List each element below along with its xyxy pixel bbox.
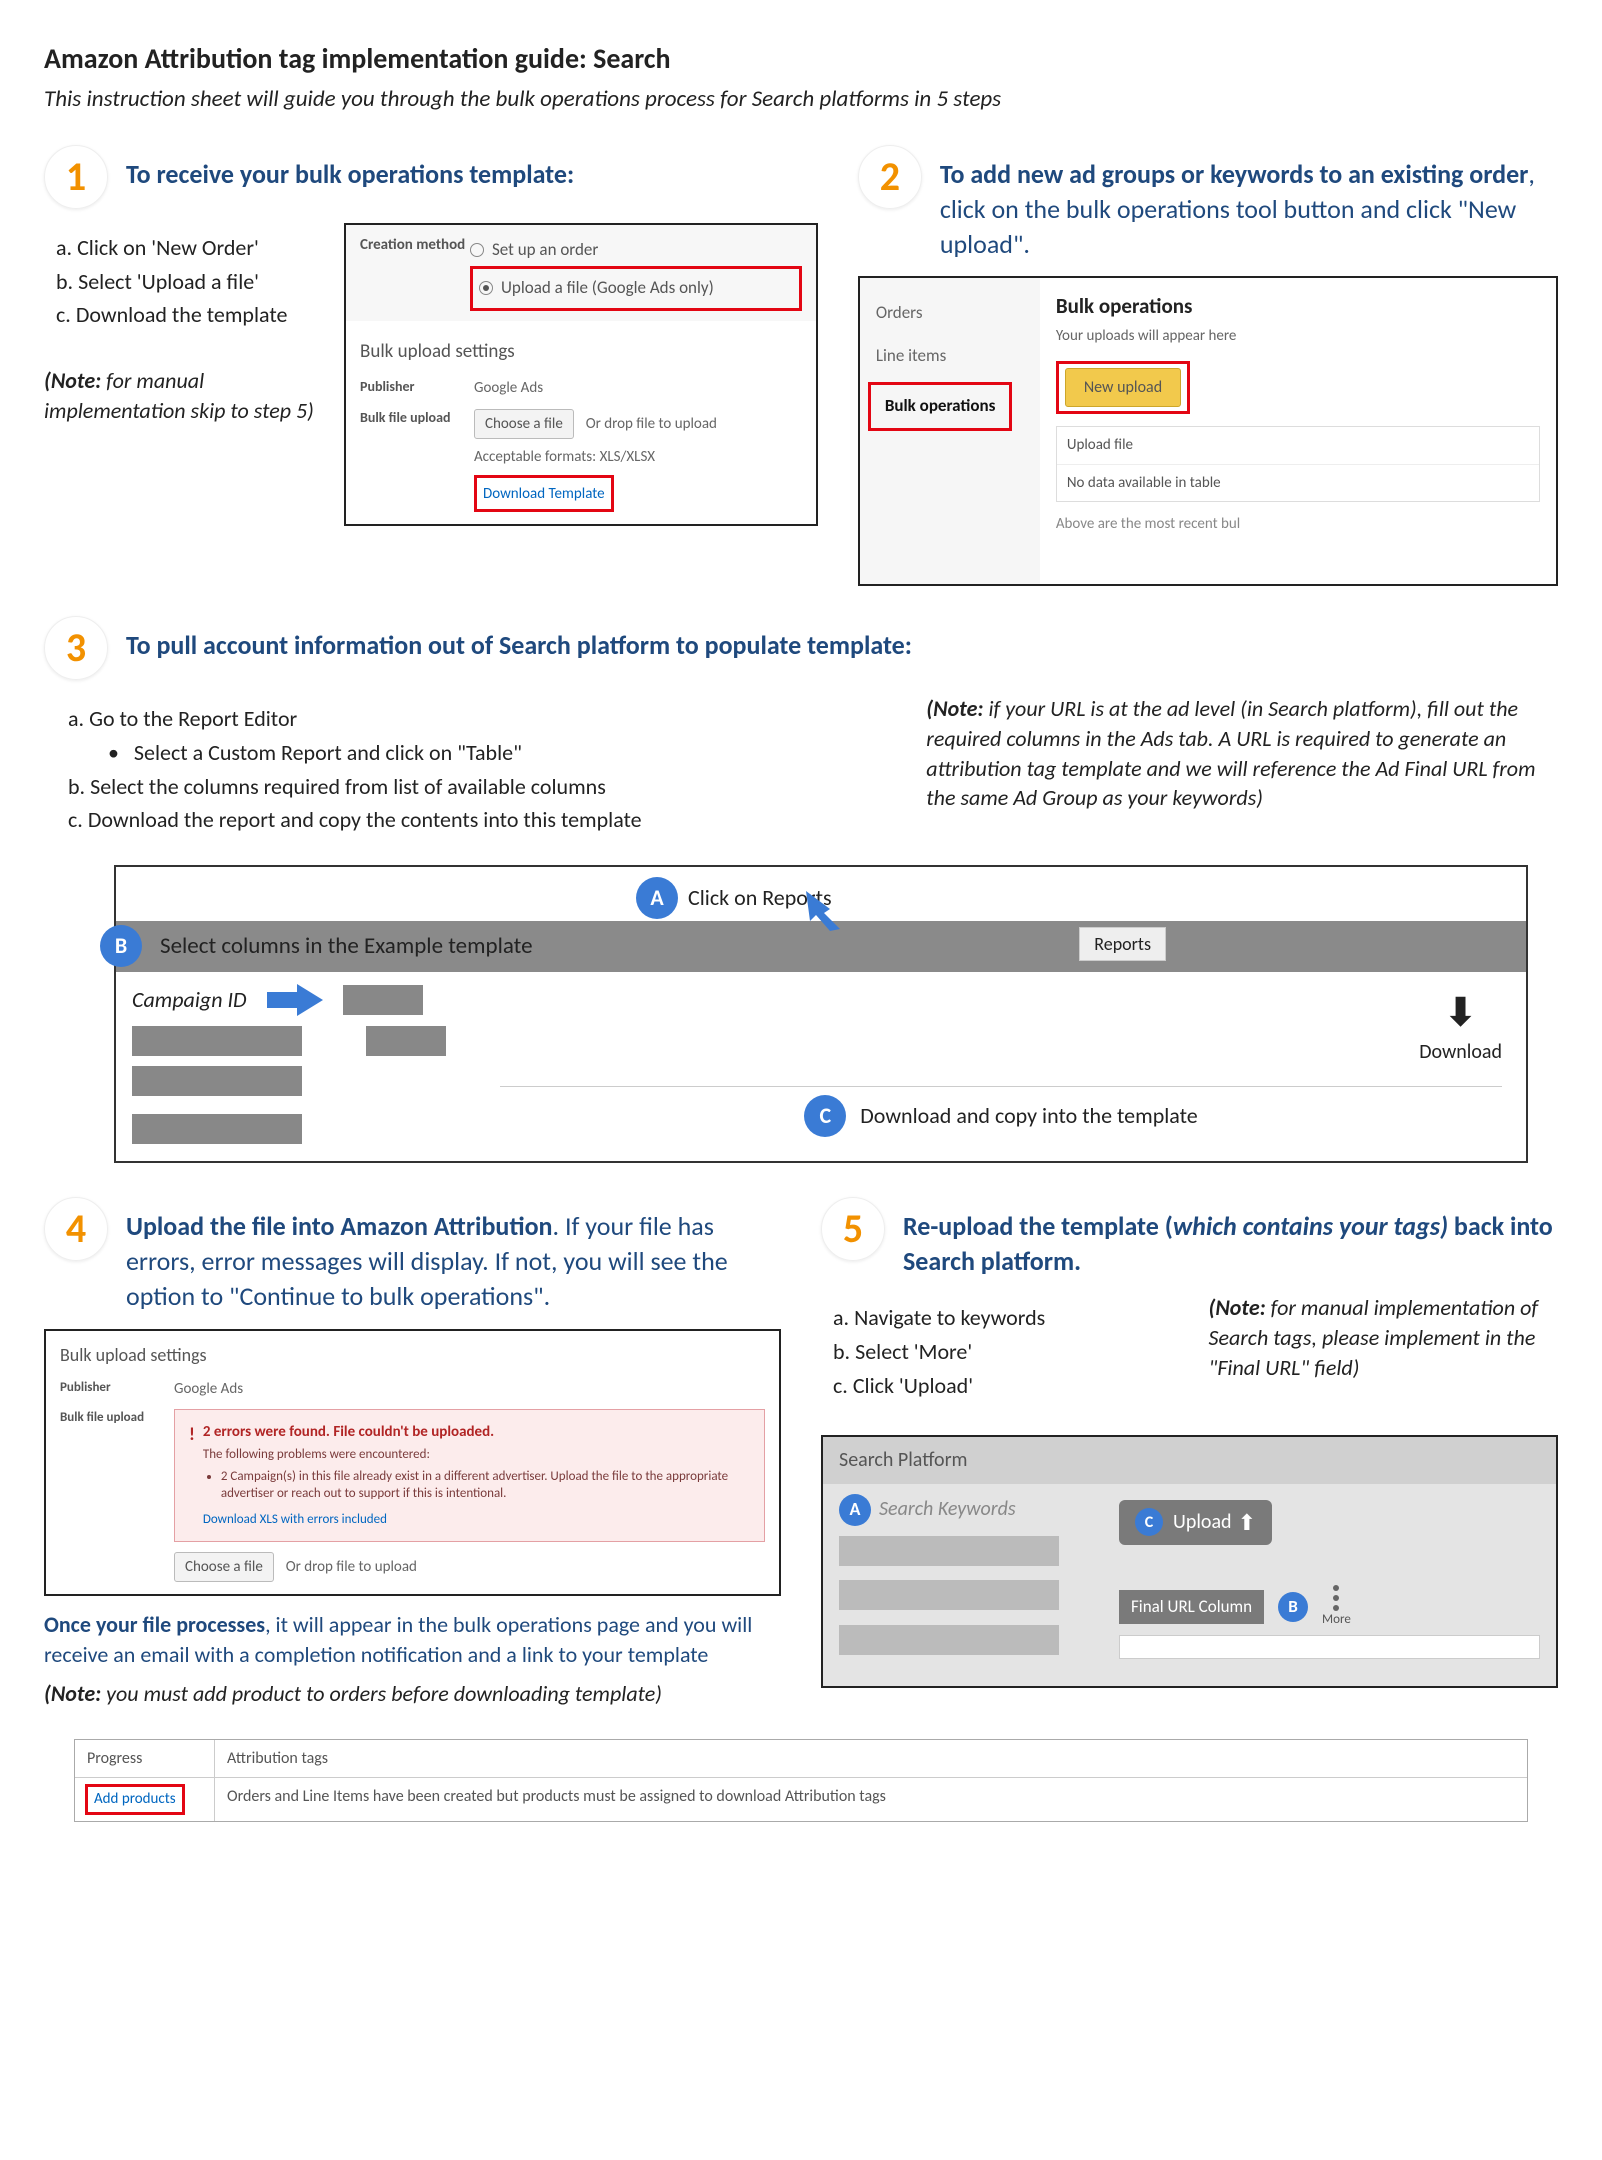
step-4-note: (Note: you must add product to orders be…	[44, 1679, 781, 1709]
step-5-panel: Search Platform A Search Keywords C Uplo…	[821, 1435, 1558, 1689]
step-4-badge: 4	[44, 1197, 108, 1261]
step-2-panel: Orders Line items Bulk operations Bulk o…	[858, 276, 1558, 586]
arrow-right-icon	[267, 982, 323, 1018]
step-5-bullets: a. Navigate to keywords b. Select 'More'…	[833, 1303, 1183, 1404]
choose-file-button[interactable]: Choose a file	[474, 409, 574, 439]
page-title: Amazon Attribution tag implementation gu…	[44, 40, 1558, 78]
download-template-link[interactable]: Download Template	[483, 485, 605, 503]
step-3-title: To pull account information out of Searc…	[126, 628, 912, 663]
step-1-note: (Note: for manual implementation skip to…	[44, 366, 324, 425]
badge-b2: B	[1278, 1592, 1308, 1622]
bottom-strip: Progress Attribution tags Add products O…	[74, 1739, 1528, 1822]
add-products-link[interactable]: Add products	[85, 1784, 185, 1814]
choose-file-button-2[interactable]: Choose a file	[174, 1552, 274, 1582]
radio-setup-order[interactable]	[470, 243, 484, 257]
step-1-title: To receive your bulk operations template…	[126, 157, 574, 192]
more-menu[interactable]: More	[1322, 1585, 1351, 1629]
badge-a: A	[636, 877, 678, 919]
step-3-diagram: A Click on Reports B Select columns in t…	[114, 865, 1528, 1163]
error-icon: !	[189, 1422, 195, 1446]
new-upload-button[interactable]: New upload	[1065, 368, 1181, 408]
step-4-after: Once your file processes, it will appear…	[44, 1610, 781, 1669]
step-3-note: (Note: if your URL is at the ad level (i…	[926, 694, 1558, 851]
nav-line-items[interactable]: Line items	[860, 335, 1040, 378]
step-5-title: Re-upload the template (which contains y…	[903, 1209, 1558, 1279]
step-3-bullets: a. Go to the Report Editor • Select a Cu…	[68, 704, 886, 835]
step-1-badge: 1	[44, 145, 108, 209]
final-url-column: Final URL Column	[1119, 1590, 1264, 1625]
page-subtitle: This instruction sheet will guide you th…	[44, 84, 1558, 115]
step-1-bullets: a. Click on 'New Order' b. Select 'Uploa…	[56, 233, 324, 330]
nav-bulk-operations[interactable]: Bulk operations	[877, 389, 1004, 424]
step-4-title: Upload the file into Amazon Attribution.…	[126, 1209, 781, 1314]
step-3-badge: 3	[44, 616, 108, 680]
arrow-diagonal-icon	[806, 891, 846, 931]
reports-button[interactable]: Reports	[1079, 927, 1166, 961]
radio-upload-file[interactable]	[479, 281, 493, 295]
step-5-note: (Note: for manual implementation of Sear…	[1209, 1293, 1559, 1420]
nav-orders[interactable]: Orders	[860, 292, 1040, 335]
step-2-title: To add new ad groups or keywords to an e…	[940, 157, 1558, 262]
step-2-badge: 2	[858, 145, 922, 209]
badge-b: B	[100, 925, 142, 967]
step-4-panel: Bulk upload settings Publisher Google Ad…	[44, 1329, 781, 1596]
step-5-badge: 5	[821, 1197, 885, 1261]
upload-icon: ⬆	[1238, 1508, 1256, 1538]
step-1-panel: Creation method Set up an order Upload a…	[344, 223, 818, 526]
upload-button[interactable]: C Upload ⬆	[1119, 1500, 1272, 1546]
arrow-down-icon: ⬇	[1419, 988, 1502, 1039]
badge-c: C	[804, 1095, 846, 1137]
download-errors-link[interactable]: Download XLS with errors included	[203, 1511, 750, 1529]
badge-a2: A	[839, 1494, 871, 1526]
